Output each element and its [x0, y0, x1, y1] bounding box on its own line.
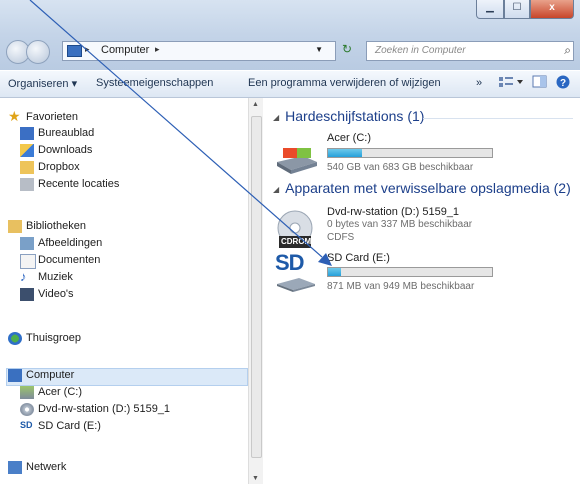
sidebar-item-label: Downloads [38, 144, 93, 156]
dvd-drive-icon [20, 403, 34, 416]
scroll-up-icon[interactable]: ▲ [252, 101, 259, 108]
group-header-removable[interactable]: ◢ Apparaten met verwisselbare opslagmedia… [273, 180, 571, 196]
sidebar-item-label: Favorieten [26, 111, 78, 123]
sidebar-item-label: Video's [38, 288, 74, 300]
drive-filesystem-text: CDFS [327, 232, 355, 243]
window-controls: ▁ ☐ x [476, 0, 574, 19]
music-icon: ♪ [20, 269, 27, 284]
downloads-folder-icon [20, 144, 34, 157]
view-options-icon[interactable] [498, 75, 524, 89]
content-pane: ◢ Hardeschijfstations (1) Acer (C:) 540 G… [263, 98, 580, 484]
drive-item-e[interactable]: SD SD Card (E:) 871 MB van 949 MB beschi… [273, 250, 533, 300]
drive-usage-bar [327, 148, 493, 158]
chevron-right-icon[interactable]: ▸ [85, 44, 90, 55]
sidebar-item-label: Acer (C:) [38, 386, 82, 398]
system-properties-button[interactable]: Systeemeigenschappen [96, 77, 213, 89]
desktop-icon [20, 127, 34, 140]
sd-logo-icon: SD [275, 250, 305, 275]
preview-pane-icon[interactable] [532, 75, 548, 89]
sidebar-item-label: Afbeeldingen [38, 237, 103, 249]
chevron-down-icon[interactable]: ▼ [315, 45, 323, 54]
cdrom-badge: CDROM [281, 237, 312, 246]
sidebar-item-label: Documenten [38, 254, 101, 266]
collapse-triangle-icon[interactable]: ◢ [273, 185, 279, 194]
drive-space-text: 0 bytes van 337 MB beschikbaar [327, 219, 473, 230]
videos-icon [20, 288, 34, 301]
hard-drive-icon [277, 148, 317, 174]
sidebar-item-label: SD Card (E:) [38, 420, 101, 432]
drive-item-d[interactable]: CDROM Dvd-rw-station (D:) 5159_1 0 bytes… [273, 206, 533, 256]
search-icon[interactable]: ⌕ [564, 43, 571, 58]
minimize-button[interactable]: ▁ [476, 0, 504, 19]
drive-usage-fill [328, 268, 342, 276]
recent-places-icon [20, 178, 34, 191]
group-title: Apparaten met verwisselbare opslagmedia … [285, 180, 571, 196]
drive-usage-bar [327, 267, 493, 277]
close-button[interactable]: x [530, 0, 574, 19]
drive-name: SD Card (E:) [327, 252, 390, 264]
sd-card-icon: SD [20, 420, 33, 430]
chevron-right-icon[interactable]: ▸ [155, 44, 160, 55]
computer-icon [67, 45, 82, 57]
search-placeholder: Zoeken in Computer [375, 45, 466, 56]
forward-button[interactable] [26, 40, 50, 64]
sidebar-item-label: Bibliotheken [26, 220, 86, 232]
group-divider [423, 118, 573, 119]
window-titlebar: ▁ ☐ x ▸ Computer ▸ ▼ ↻ Zoeken in Compute… [0, 0, 580, 70]
sidebar-item-label: Computer [26, 369, 75, 381]
dropbox-folder-icon [20, 161, 34, 174]
drive-space-text: 540 GB van 683 GB beschikbaar [327, 162, 474, 173]
breadcrumb-computer[interactable]: Computer [101, 44, 149, 56]
svg-text:?: ? [560, 78, 566, 89]
command-bar: Organiseren ▾ Systeemeigenschappen Een p… [0, 71, 580, 98]
scrollbar-thumb[interactable] [251, 116, 262, 458]
homegroup-icon [8, 332, 22, 345]
sidebar-item-label: Recente locaties [38, 178, 120, 190]
sidebar-item-label: Dvd-rw-station (D:) 5159_1 [38, 403, 171, 415]
drive-item-c[interactable]: Acer (C:) 540 GB van 683 GB beschikbaar [273, 132, 533, 182]
pictures-icon [20, 237, 34, 250]
uninstall-program-button[interactable]: Een programma verwijderen of wijzigen [248, 77, 441, 89]
organize-button[interactable]: Organiseren ▾ [8, 77, 77, 90]
group-header-hdd[interactable]: ◢ Hardeschijfstations (1) [273, 108, 424, 124]
help-icon[interactable]: ? [556, 75, 570, 89]
navigation-scrollbar[interactable]: ▲ ▼ [248, 98, 264, 484]
sd-card-drive-icon [277, 278, 315, 292]
address-bar[interactable]: ▸ Computer ▸ ▼ [62, 41, 336, 61]
drive-space-text: 871 MB van 949 MB beschikbaar [327, 281, 475, 292]
maximize-button[interactable]: ☐ [504, 0, 530, 19]
drive-name: Dvd-rw-station (D:) 5159_1 [327, 206, 460, 218]
hard-drive-icon [20, 386, 34, 399]
search-input[interactable]: Zoeken in Computer ⌕ [366, 41, 574, 61]
scroll-down-icon[interactable]: ▼ [252, 475, 259, 482]
computer-icon [8, 369, 22, 382]
sidebar-item-label: Netwerk [26, 461, 67, 473]
more-commands-button[interactable]: » [476, 77, 482, 89]
navigation-pane: ★ Favorieten Bureaublad Downloads Dropbo… [0, 98, 248, 484]
documents-icon [20, 254, 36, 269]
sidebar-item-label: Dropbox [38, 161, 80, 173]
collapse-triangle-icon[interactable]: ◢ [273, 113, 279, 122]
sidebar-item-label: Muziek [38, 271, 73, 283]
drive-usage-fill [328, 149, 363, 157]
drive-name: Acer (C:) [327, 132, 371, 144]
sidebar-item-label: Thuisgroep [26, 332, 82, 344]
sidebar-item-label: Bureaublad [38, 127, 95, 139]
libraries-icon [8, 220, 22, 233]
network-icon [8, 461, 22, 474]
address-row: ▸ Computer ▸ ▼ ↻ Zoeken in Computer ⌕ [0, 38, 580, 64]
star-icon: ★ [8, 108, 21, 124]
group-title: Hardeschijfstations (1) [285, 108, 425, 124]
refresh-icon[interactable]: ↻ [342, 42, 352, 56]
